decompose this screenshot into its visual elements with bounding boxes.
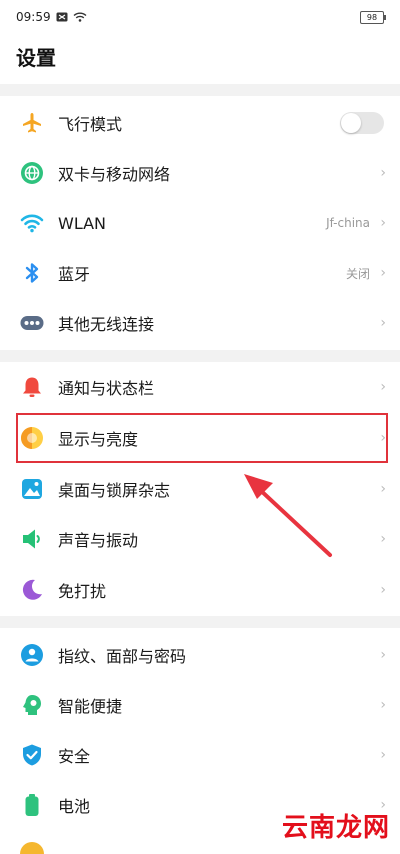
settings-item-bluetooth[interactable]: 蓝牙 关闭 ›: [0, 248, 400, 298]
bell-icon: [20, 375, 44, 399]
settings-item-sound-vibration[interactable]: 声音与振动 ›: [0, 514, 400, 564]
shield-icon: [20, 743, 44, 767]
chevron-right-icon: ›: [380, 747, 386, 763]
toggle-knob: [341, 113, 361, 133]
chevron-right-icon: ›: [380, 481, 386, 497]
settings-item-label: 指纹、面部与密码: [58, 647, 187, 666]
settings-item-wlan[interactable]: WLAN Jf-china ›: [0, 198, 400, 248]
settings-item-desktop-lockscreen[interactable]: 桌面与锁屏杂志 ›: [0, 464, 400, 514]
status-bar: 09:59 98: [0, 0, 400, 34]
settings-item-label: 智能便捷: [58, 697, 123, 716]
chevron-right-icon: ›: [380, 379, 386, 395]
chevron-right-icon: ›: [380, 265, 386, 281]
chevron-right-icon: ›: [380, 531, 386, 547]
bluetooth-status: 关闭: [345, 266, 370, 281]
settings-item-label: 通知与状态栏: [58, 379, 155, 398]
page-title: 设置: [16, 46, 56, 70]
section-divider: [0, 350, 400, 362]
wifi-status-icon: [73, 12, 87, 22]
settings-item-airplane-mode[interactable]: 飞行模式: [0, 98, 400, 148]
battery-indicator: 98: [360, 10, 386, 24]
settings-item-label: 免打扰: [58, 582, 107, 601]
settings-item-label: 飞行模式: [58, 115, 123, 134]
section-divider: [0, 84, 400, 96]
settings-item-notifications[interactable]: 通知与状态栏 ›: [0, 362, 400, 412]
chevron-right-icon: ›: [380, 582, 386, 598]
watermark: 云南龙网: [281, 813, 390, 843]
settings-item-label: 蓝牙: [58, 265, 91, 284]
settings-item-label: 声音与振动: [58, 531, 139, 550]
settings-item-label: 其他无线连接: [58, 315, 155, 334]
notification-icon: [56, 12, 68, 22]
wifi-icon: [20, 211, 44, 235]
settings-item-smart-assist[interactable]: 智能便捷 ›: [0, 680, 400, 730]
chevron-right-icon: ›: [380, 215, 386, 231]
wallpaper-icon: [20, 477, 44, 501]
settings-item-label: 双卡与移动网络: [58, 165, 171, 184]
highlight-box: [16, 413, 388, 463]
section-divider: [0, 616, 400, 628]
more-dots-icon: [20, 311, 44, 335]
moon-icon: [20, 578, 44, 602]
airplane-mode-toggle[interactable]: [340, 112, 384, 134]
settings-item-do-not-disturb[interactable]: 免打扰 ›: [0, 565, 400, 615]
settings-item-label: 安全: [58, 747, 91, 766]
chevron-right-icon: ›: [380, 647, 386, 663]
next-row-peek: [20, 842, 44, 854]
chevron-right-icon: ›: [380, 697, 386, 713]
settings-item-label: 电池: [58, 797, 91, 816]
status-left: 09:59: [16, 10, 87, 24]
settings-item-security[interactable]: 安全 ›: [0, 730, 400, 780]
chevron-right-icon: ›: [380, 315, 386, 331]
globe-network-icon: [20, 161, 44, 185]
chevron-right-icon: ›: [380, 165, 386, 181]
settings-item-label: 桌面与锁屏杂志: [58, 481, 171, 500]
fingerprint-face-icon: [20, 643, 44, 667]
wlan-network-name: Jf-china: [326, 216, 370, 230]
bluetooth-icon: [20, 261, 44, 285]
settings-item-fingerprint-face-password[interactable]: 指纹、面部与密码 ›: [0, 630, 400, 680]
speaker-icon: [20, 527, 44, 551]
settings-item-dual-sim[interactable]: 双卡与移动网络 ›: [0, 148, 400, 198]
settings-item-label: WLAN: [58, 213, 107, 233]
status-time: 09:59: [16, 10, 51, 24]
battery-icon: [20, 793, 44, 817]
settings-item-other-wireless[interactable]: 其他无线连接 ›: [0, 298, 400, 348]
airplane-icon: [20, 111, 44, 135]
smart-assist-icon: [20, 693, 44, 717]
